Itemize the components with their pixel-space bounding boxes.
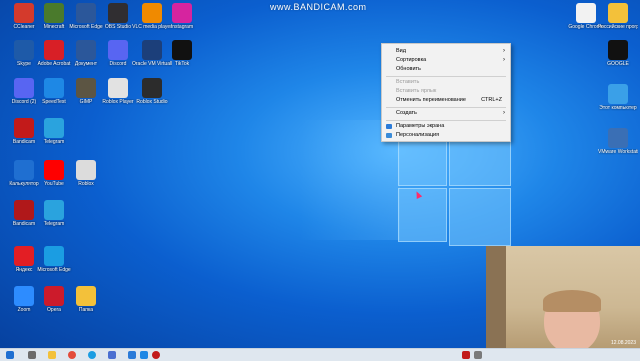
menu-item-paste-shortcut[interactable]: Вставить ярлык — [382, 87, 510, 96]
wallpaper-pane-br — [449, 188, 511, 246]
vmware-icon — [608, 128, 628, 148]
desktop-icon-label: Telegram — [43, 221, 65, 227]
menu-item-sort[interactable]: Сортировка › — [382, 56, 510, 65]
webcam-date: 12.08.2023 — [610, 340, 636, 346]
taskbar — [0, 348, 640, 361]
desktop-icon-label: Этот компьютер — [599, 105, 637, 111]
virtualbox-icon — [142, 40, 162, 60]
minecraft-icon — [44, 3, 64, 23]
desktop-icon-5[interactable]: Instagram — [162, 3, 202, 30]
desktop-icon-label: Telegram — [43, 139, 65, 145]
photos-icon[interactable] — [140, 351, 148, 359]
personalize-icon — [386, 133, 392, 138]
bandicam-icon — [14, 200, 34, 220]
computer-icon — [608, 84, 628, 104]
webcam-person-hair — [543, 290, 601, 312]
discord-icon — [14, 78, 34, 98]
desktop-icon-16[interactable]: Roblox Studio — [132, 78, 172, 105]
chevron-right-icon: › — [503, 110, 505, 116]
menu-separator — [386, 76, 506, 77]
obs-icon — [108, 3, 128, 23]
chevron-right-icon: › — [503, 48, 505, 54]
mail-icon[interactable] — [128, 351, 136, 359]
menu-item-view[interactable]: Вид › — [382, 47, 510, 56]
chevron-right-icon: › — [503, 57, 505, 63]
calculator-icon — [14, 160, 34, 180]
bandicam-watermark: www.BANDICAM.com — [270, 2, 367, 12]
desktop-icon-label: TikTok — [174, 61, 190, 67]
ccleaner-icon — [14, 3, 34, 23]
menu-item-refresh[interactable]: Обновить — [382, 65, 510, 74]
roblox-icon — [76, 160, 96, 180]
tray-icon[interactable] — [462, 351, 470, 359]
desktop-icon-label: GOOGLE — [607, 61, 629, 67]
desktop-icon-11[interactable]: TikTok — [162, 40, 202, 67]
youtube-icon — [44, 160, 64, 180]
instagram-icon — [172, 3, 192, 23]
desktop-context-menu: Вид › Сортировка › Обновить Вставить Вст… — [381, 43, 511, 142]
menu-separator — [386, 107, 506, 108]
roblox-studio-icon — [142, 78, 162, 98]
opera-icon — [44, 286, 64, 306]
edge-icon[interactable] — [88, 351, 96, 359]
desktop-icon-r1[interactable]: Российские программы — [598, 3, 638, 30]
webcam-background — [486, 246, 506, 348]
menu-item-new[interactable]: Создать › — [382, 109, 510, 118]
display-settings-icon — [386, 124, 392, 129]
word-icon — [76, 3, 96, 23]
desktop-icon-r3[interactable]: Этот компьютер — [598, 84, 638, 111]
desktop-icon-label: Папка — [78, 307, 94, 313]
edge-icon — [44, 246, 64, 266]
desktop-icon-21[interactable]: Roblox — [66, 160, 106, 187]
gimp-icon — [76, 78, 96, 98]
webcam-overlay: 12.08.2023 — [486, 246, 640, 348]
telegram-icon — [44, 200, 64, 220]
google-icon — [608, 40, 628, 60]
desktop-icon-23[interactable]: Telegram — [34, 200, 74, 227]
discord-icon — [108, 40, 128, 60]
desktop-icon-label: VMware Workstati... — [598, 149, 638, 155]
desktop-icon-25[interactable]: Microsoft Edge — [34, 246, 74, 273]
folder-icon — [76, 286, 96, 306]
desktop-icon-r2[interactable]: GOOGLE — [598, 40, 638, 67]
menu-item-personalize[interactable]: Персонализация — [382, 131, 510, 140]
vlc-icon — [142, 3, 162, 23]
chrome-icon[interactable] — [68, 351, 76, 359]
zoom-icon — [14, 286, 34, 306]
desktop-icon-label: Roblox — [78, 181, 94, 187]
menu-item-paste[interactable]: Вставить — [382, 78, 510, 87]
menu-item-display-settings[interactable]: Параметры экрана — [382, 122, 510, 131]
acrobat-icon — [44, 40, 64, 60]
windows-start-icon[interactable] — [6, 351, 14, 359]
yandex-icon — [14, 246, 34, 266]
store-icon[interactable] — [108, 351, 116, 359]
desktop-icon-r4[interactable]: VMware Workstati... — [598, 128, 638, 155]
bandicam-icon — [14, 118, 34, 138]
chrome-icon — [576, 3, 596, 23]
bandicam-icon[interactable] — [152, 351, 160, 359]
explorer-icon[interactable] — [48, 351, 56, 359]
telegram-icon — [44, 118, 64, 138]
skype-icon — [14, 40, 34, 60]
roblox-icon — [108, 78, 128, 98]
desktop-icon-label: Instagram — [170, 24, 194, 30]
menu-separator — [386, 120, 506, 121]
tray-icon[interactable] — [474, 351, 482, 359]
desktop-icon-label: Roblox Studio — [136, 99, 168, 105]
folder-icon — [608, 3, 628, 23]
desktop-icon-18[interactable]: Telegram — [34, 118, 74, 145]
task-view-icon[interactable] — [28, 351, 36, 359]
desktop-icon-label: Microsoft Edge — [37, 267, 71, 273]
menu-item-undo-rename[interactable]: Отменить переименование CTRL+Z — [382, 96, 510, 105]
document-icon — [76, 40, 96, 60]
speedtest-icon — [44, 78, 64, 98]
desktop-icon-label: Российские программы — [598, 24, 638, 30]
tiktok-icon — [172, 40, 192, 60]
desktop-icon-28[interactable]: Папка — [66, 286, 106, 313]
